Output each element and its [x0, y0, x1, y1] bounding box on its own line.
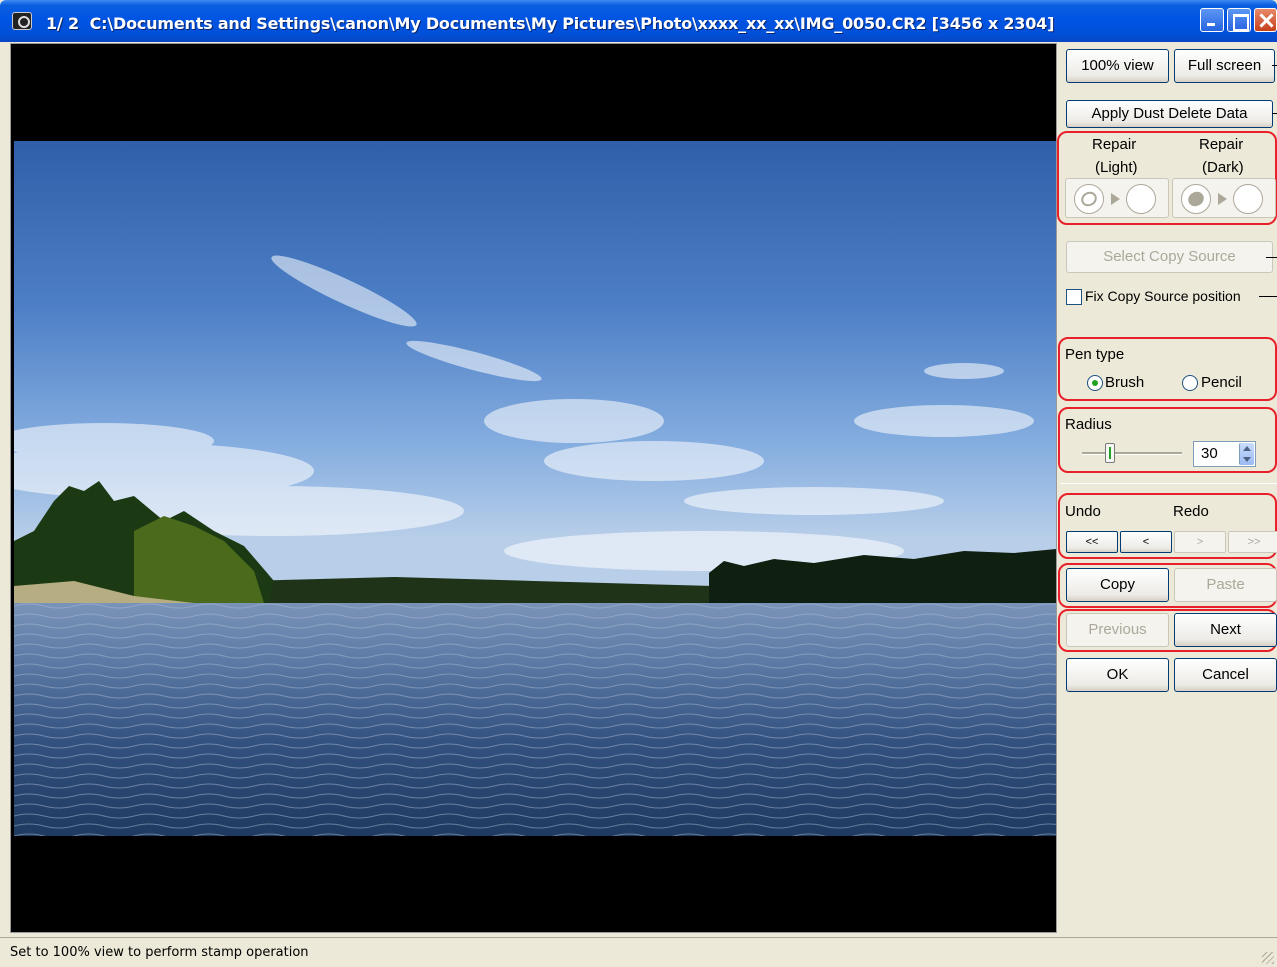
lake-landscape-image: [14, 141, 1056, 836]
control-panel: 100% view Full screen Apply Dust Delete …: [1057, 43, 1277, 933]
undo-all-button[interactable]: <<: [1066, 531, 1118, 553]
image-viewer[interactable]: [10, 43, 1057, 933]
close-button[interactable]: [1254, 8, 1277, 32]
radius-slider-thumb[interactable]: [1105, 443, 1115, 463]
redo-all-button[interactable]: >>: [1228, 531, 1277, 553]
repair-dark-label-line1: Repair: [1199, 136, 1244, 153]
repair-dark-label-line2: (Dark): [1202, 159, 1244, 176]
divider: [1272, 65, 1277, 66]
ok-button[interactable]: OK: [1066, 658, 1169, 692]
fix-copy-source-checkbox[interactable]: [1066, 289, 1082, 305]
radius-value: 30: [1201, 445, 1218, 462]
status-text: Set to 100% view to perform stamp operat…: [10, 945, 309, 960]
divider: [1272, 113, 1277, 114]
maximize-button[interactable]: [1227, 8, 1251, 32]
pen-pencil-radio[interactable]: [1182, 375, 1198, 391]
redo-label: Redo: [1173, 503, 1209, 520]
radius-label: Radius: [1065, 416, 1112, 433]
undo-button[interactable]: <: [1120, 531, 1172, 553]
status-bar: Set to 100% view to perform stamp operat…: [0, 937, 1277, 967]
resize-grip-icon[interactable]: [1262, 952, 1274, 964]
paste-button[interactable]: Paste: [1174, 568, 1277, 602]
apply-dust-delete-button[interactable]: Apply Dust Delete Data: [1066, 100, 1273, 128]
copy-button[interactable]: Copy: [1066, 568, 1169, 602]
minimize-button[interactable]: [1200, 8, 1224, 32]
radius-input[interactable]: 30: [1193, 441, 1256, 467]
repair-light-label-line2: (Light): [1095, 159, 1138, 176]
divider: [1060, 483, 1277, 484]
pen-type-label: Pen type: [1065, 346, 1125, 363]
cancel-button[interactable]: Cancel: [1174, 658, 1277, 692]
fix-copy-source-label: Fix Copy Source position: [1085, 288, 1241, 304]
radius-slider-track[interactable]: [1082, 452, 1182, 455]
radius-spinner-arrows-icon[interactable]: [1239, 443, 1254, 465]
divider: [1259, 296, 1277, 297]
arrow-right-icon: [1218, 193, 1227, 205]
repair-light-label-line1: Repair: [1092, 136, 1137, 153]
next-button[interactable]: Next: [1174, 613, 1277, 647]
clean-spot-icon: [1126, 184, 1156, 214]
redo-button[interactable]: >: [1174, 531, 1226, 553]
window-title: 1/ 2 C:\Documents and Settings\canon\My …: [46, 14, 1054, 33]
title-bar[interactable]: 1/ 2 C:\Documents and Settings\canon\My …: [0, 0, 1277, 42]
fullscreen-button[interactable]: Full screen: [1174, 49, 1275, 83]
dark-spot-icon: [1181, 184, 1211, 214]
pen-brush-label: Brush: [1105, 374, 1145, 391]
repair-light-button[interactable]: [1065, 178, 1169, 218]
photo-preview[interactable]: [14, 141, 1056, 836]
divider: [1266, 257, 1277, 258]
select-copy-source-button[interactable]: Select Copy Source: [1066, 241, 1273, 273]
arrow-right-icon: [1111, 193, 1120, 205]
pen-pencil-label: Pencil: [1201, 374, 1242, 391]
repair-dark-button[interactable]: [1172, 178, 1276, 218]
clean-spot-icon: [1233, 184, 1263, 214]
undo-label: Undo: [1065, 503, 1101, 520]
previous-button[interactable]: Previous: [1066, 613, 1169, 647]
view-100-button[interactable]: 100% view: [1066, 49, 1169, 83]
dust-spot-icon: [1074, 184, 1104, 214]
pen-brush-radio[interactable]: [1087, 375, 1103, 391]
image-counter: 1/ 2: [46, 14, 79, 33]
image-path: C:\Documents and Settings\canon\My Docum…: [89, 14, 1055, 33]
camera-icon[interactable]: [12, 12, 32, 30]
